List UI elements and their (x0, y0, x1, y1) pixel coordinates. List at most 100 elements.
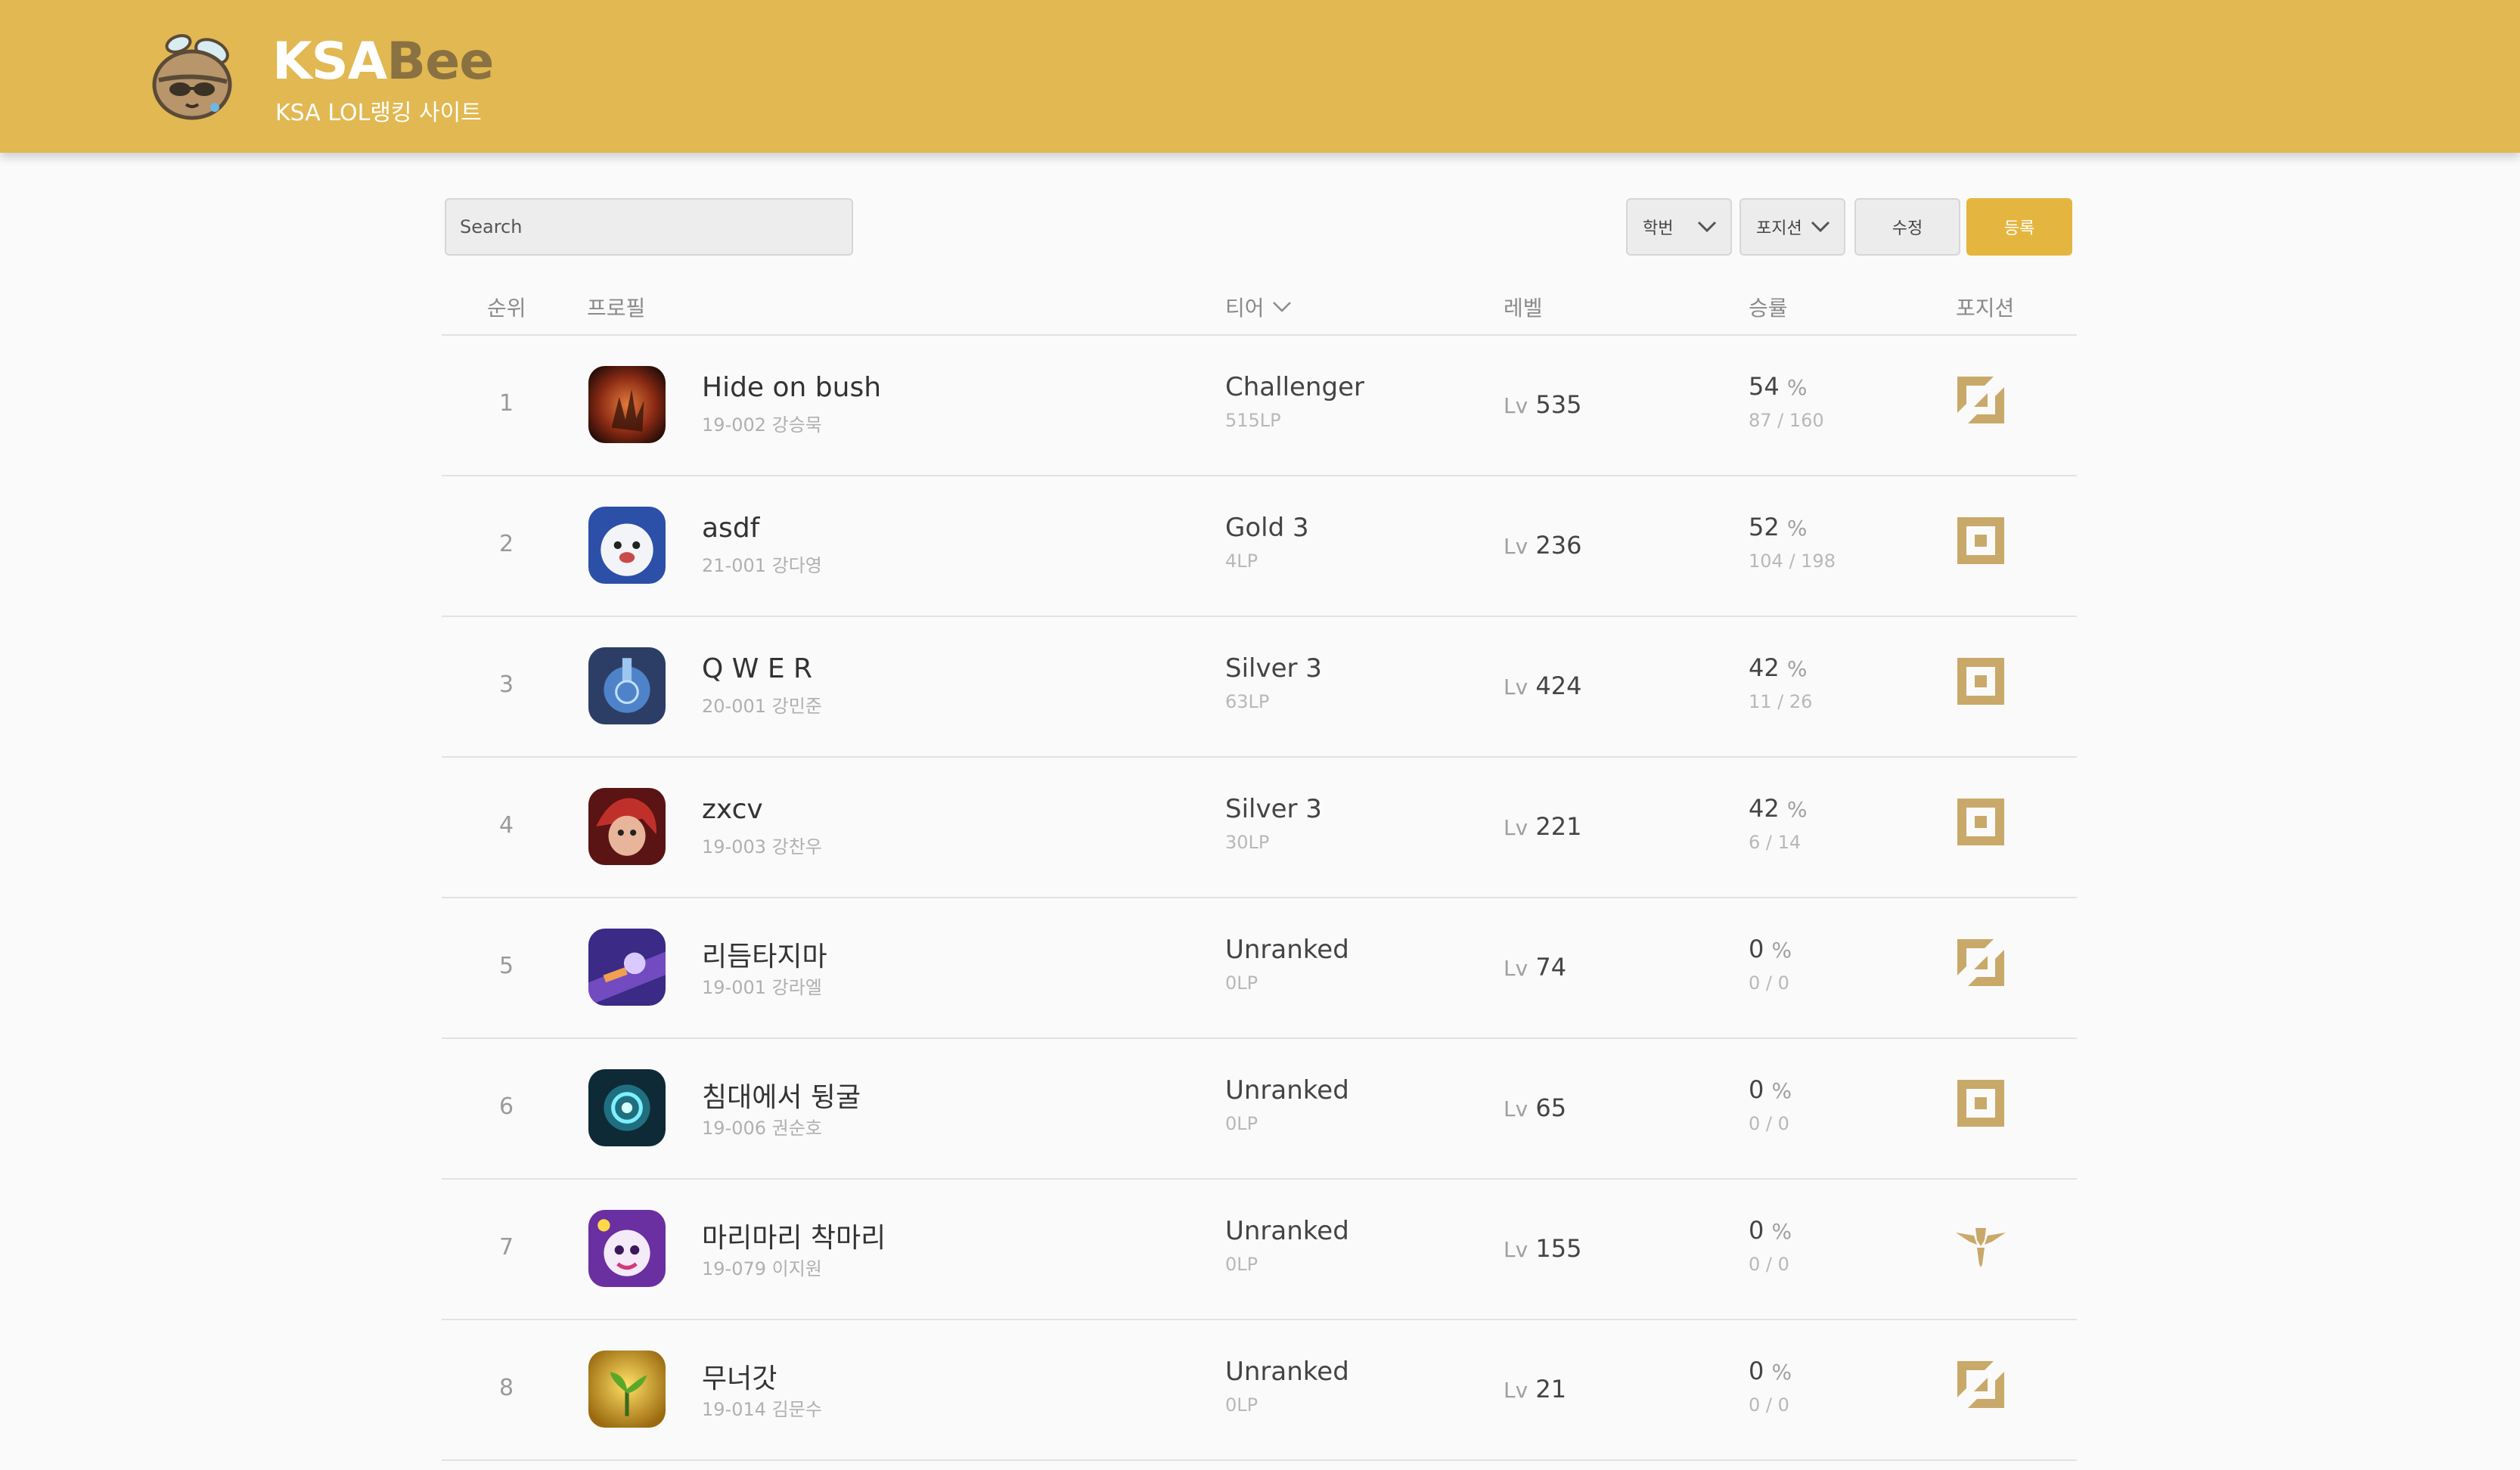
header-tier-sort[interactable]: 티어 (1225, 292, 1293, 322)
rank-number: 7 (499, 1234, 514, 1261)
win-rate-value: 42 (1749, 794, 1780, 823)
top-lane-icon (1954, 936, 2007, 989)
header-position: 포지션 (1956, 296, 2015, 321)
win-rate: 0 % (1749, 935, 1792, 963)
win-rate-value: 0 (1749, 1216, 1764, 1245)
site-tagline: KSA LOL랭킹 사이트 (275, 100, 482, 126)
dark-hand-avatar-icon (588, 366, 666, 443)
middle-lane-icon (1954, 1077, 2007, 1130)
percent-sign: % (1771, 1219, 1792, 1244)
header-rank: 순위 (487, 296, 526, 321)
summoner-level: Lv 21 (1504, 1375, 1566, 1403)
league-points: 30LP (1225, 832, 1270, 853)
tier-name: Unranked (1225, 1075, 1349, 1106)
register-button[interactable]: 등록 (1966, 198, 2072, 256)
table-header: 순위 프로필 티어 레벨 승률 포지션 (442, 286, 2077, 336)
tier-name: Unranked (1225, 1357, 1349, 1387)
teal-eye-avatar-icon (588, 1069, 666, 1146)
win-rate-value: 0 (1749, 1357, 1764, 1385)
win-rate: 0 % (1749, 1357, 1792, 1385)
rank-number: 1 (499, 390, 514, 417)
red-hair-avatar-icon (588, 788, 666, 865)
middle-lane-icon (1954, 655, 2007, 708)
sprout-avatar-icon (588, 1351, 666, 1428)
ranking-row[interactable]: 6 침대에서 뒹굴 19-006 권순호 Unranked 0LP Lv 65 … (442, 1039, 2077, 1180)
ranking-row[interactable]: 2 asdf 21-001 강다영 Gold 3 4LP Lv 236 52 %… (442, 476, 2077, 617)
win-rate: 42 % (1749, 653, 1808, 682)
summoner-name: Hide on bush (702, 372, 882, 403)
summoner-level: Lv 236 (1504, 531, 1581, 560)
win-rate: 0 % (1749, 1216, 1792, 1245)
header-tier-label: 티어 (1225, 296, 1265, 321)
summoner-level: Lv 221 (1504, 812, 1581, 841)
summoner-name: Q W E R (702, 653, 813, 684)
summoner-level: Lv 155 (1504, 1234, 1581, 1263)
brand-part-2: Bee (386, 32, 494, 91)
chevron-down-icon (1811, 221, 1830, 233)
level-prefix: Lv (1504, 815, 1528, 840)
teemo-avatar-icon (588, 1210, 666, 1287)
summoner-level: Lv 424 (1504, 671, 1581, 700)
win-loss-record: 11 / 26 (1749, 691, 1813, 712)
level-value: 424 (1535, 671, 1582, 700)
tier-name: Silver 3 (1225, 653, 1322, 684)
win-rate: 52 % (1749, 513, 1808, 541)
percent-sign: % (1771, 938, 1792, 963)
percent-sign: % (1771, 1078, 1792, 1103)
chevron-down-icon (1697, 221, 1717, 233)
bee-mascot-icon[interactable] (148, 29, 248, 129)
league-points: 0LP (1225, 1254, 1258, 1275)
student-info: 21-001 강다영 (702, 555, 822, 576)
level-prefix: Lv (1504, 1378, 1528, 1403)
site-brand[interactable]: KSABee (272, 27, 494, 97)
top-lane-icon (1954, 1358, 2007, 1411)
rank-number: 6 (499, 1093, 514, 1120)
level-value: 236 (1535, 531, 1582, 560)
site-header: KSABee KSA LOL랭킹 사이트 (0, 0, 2520, 153)
league-points: 4LP (1225, 550, 1258, 572)
tier-name: Unranked (1225, 1216, 1349, 1246)
tier-name: Gold 3 (1225, 513, 1309, 543)
top-lane-icon (1954, 374, 2007, 426)
percent-sign: % (1771, 1360, 1792, 1385)
win-rate-value: 42 (1749, 653, 1780, 682)
student-id-filter-label: 학번 (1643, 219, 1674, 238)
win-loss-record: 104 / 198 (1749, 550, 1836, 572)
ranking-row[interactable]: 1 Hide on bush 19-002 강승묵 Challenger 515… (442, 336, 2077, 476)
middle-lane-icon (1954, 514, 2007, 567)
league-points: 0LP (1225, 1394, 1258, 1416)
ranking-row[interactable]: 7 마리마리 착마리 19-079 이지원 Unranked 0LP Lv 15… (442, 1180, 2077, 1320)
tier-name: Challenger (1225, 372, 1364, 402)
level-prefix: Lv (1504, 1237, 1528, 1262)
win-rate-value: 54 (1749, 372, 1780, 401)
header-profile: 프로필 (587, 296, 646, 321)
rank-number: 5 (499, 953, 514, 979)
win-rate: 42 % (1749, 794, 1808, 823)
student-info: 20-001 강민준 (702, 696, 822, 717)
win-loss-record: 6 / 14 (1749, 832, 1802, 853)
ranking-row[interactable]: 8 무너갓 19-014 김문수 Unranked 0LP Lv 21 0 % … (442, 1320, 2077, 1461)
win-loss-record: 87 / 160 (1749, 410, 1824, 431)
tier-name: Unranked (1225, 935, 1349, 965)
rank-number: 3 (499, 671, 514, 698)
win-loss-record: 0 / 0 (1749, 1254, 1789, 1275)
level-value: 155 (1535, 1234, 1582, 1263)
summoner-name: zxcv (702, 794, 763, 825)
summoner-level: Lv 65 (1504, 1093, 1566, 1122)
level-value: 74 (1535, 953, 1567, 982)
league-points: 0LP (1225, 1113, 1258, 1134)
win-rate-value: 0 (1749, 1075, 1764, 1104)
ranking-row[interactable]: 5 리듬타지마 19-001 강라엘 Unranked 0LP Lv 74 0 … (442, 898, 2077, 1039)
summoner-name: 리듬타지마 (702, 941, 827, 972)
student-info: 19-014 김문수 (702, 1399, 822, 1420)
level-prefix: Lv (1504, 675, 1528, 699)
position-filter[interactable]: 포지션 (1739, 198, 1845, 256)
summoner-level: Lv 74 (1504, 953, 1566, 982)
level-value: 65 (1535, 1093, 1567, 1122)
ranking-row[interactable]: 4 zxcv 19-003 강찬우 Silver 3 30LP Lv 221 4… (442, 758, 2077, 898)
ranking-row[interactable]: 3 Q W E R 20-001 강민준 Silver 3 63LP Lv 42… (442, 617, 2077, 758)
level-prefix: Lv (1504, 1096, 1528, 1121)
student-id-filter[interactable]: 학번 (1626, 198, 1732, 256)
edit-button[interactable]: 수정 (1854, 198, 1960, 256)
search-input[interactable] (445, 198, 853, 256)
